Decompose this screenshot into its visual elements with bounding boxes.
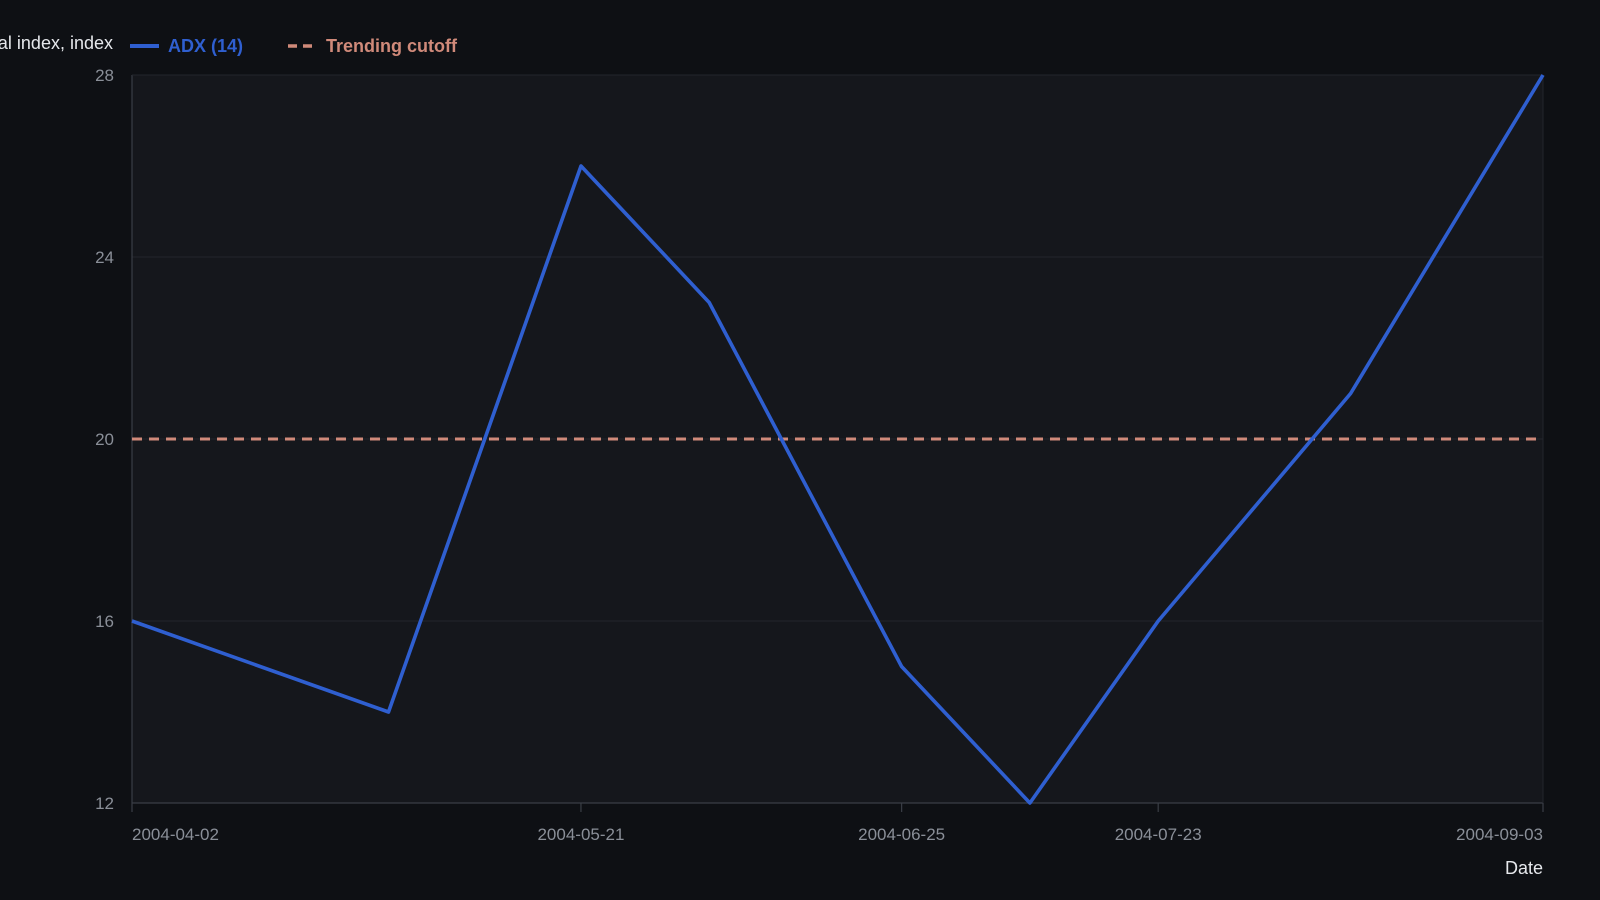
- x-tick-label: 2004-04-02: [132, 825, 219, 844]
- x-tick-label: 2004-07-23: [1115, 825, 1202, 844]
- legend-label-cutoff: Trending cutoff: [326, 36, 458, 56]
- y-tick-label: 12: [95, 794, 114, 813]
- x-axis-label: Date: [1505, 858, 1543, 878]
- legend-label-adx: ADX (14): [168, 36, 243, 56]
- y-tick-label: 24: [95, 248, 114, 267]
- y-tick-label: 20: [95, 430, 114, 449]
- y-tick-label: 16: [95, 612, 114, 631]
- adx-line-chart: 12 16 20 24 28 2004-04-02 2004-05-21 2004-06-25…: [0, 0, 1600, 900]
- y-axis-label: Average directional index, index: [0, 33, 113, 53]
- x-tick-label: 2004-09-03: [1456, 825, 1543, 844]
- chart-container: 12 16 20 24 28 2004-04-02 2004-05-21 2004-06-25…: [0, 0, 1600, 900]
- x-tick-label: 2004-06-25: [858, 825, 945, 844]
- x-tick-label: 2004-05-21: [537, 825, 624, 844]
- y-tick-label: 28: [95, 66, 114, 85]
